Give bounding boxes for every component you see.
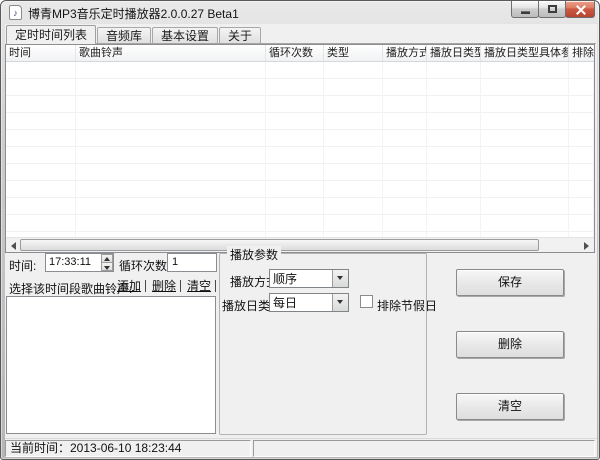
table-grid-column <box>427 62 481 237</box>
column-header-time[interactable]: 时间 <box>6 45 76 61</box>
timer-list-view: 时间 歌曲铃声 循环次数 类型 播放方式 播放日类型 播放日类型具体参数 排除节… <box>5 44 595 253</box>
column-header-song[interactable]: 歌曲铃声 <box>76 45 266 61</box>
playlist-actions: 添加 删除 清空 <box>115 278 220 293</box>
minimize-icon <box>521 11 530 14</box>
dropdown-arrow-icon <box>337 300 343 304</box>
timer-table-header: 时间 歌曲铃声 循环次数 类型 播放方式 播放日类型 播放日类型具体参数 排除节… <box>6 45 594 62</box>
exclude-holidays-label: 排除节假日 <box>377 299 438 313</box>
playback-params-group: 播放参数 播放方式: 顺序 播放日类型: 每日 排除节假日 <box>219 246 437 435</box>
status-current-time: 当前时间：2013-06-10 18:23:44 <box>5 440 251 457</box>
close-icon <box>576 5 586 15</box>
scroll-left-icon <box>11 242 16 250</box>
tab-strip: 定时时间列表 音频库 基本设置 关于 <box>6 25 596 44</box>
loop-count-label: 循环次数: <box>119 259 171 273</box>
link-separator <box>180 279 182 292</box>
column-header-exclude-holidays[interactable]: 排除节假日 <box>569 45 594 61</box>
link-separator <box>215 279 217 292</box>
table-grid-column <box>266 62 324 237</box>
play-mode-value: 顺序 <box>273 272 298 286</box>
column-header-play-mode[interactable]: 播放方式 <box>383 45 427 61</box>
maximize-button[interactable] <box>538 1 566 18</box>
dropdown-arrow-icon <box>337 276 343 280</box>
link-separator <box>145 279 147 292</box>
maximize-icon <box>548 5 557 13</box>
minimize-button[interactable] <box>511 1 539 18</box>
time-spinner-down-button[interactable] <box>101 262 113 271</box>
app-music-note-icon: ♪ <box>9 5 22 20</box>
table-grid-column <box>76 62 266 237</box>
column-header-play-day-type[interactable]: 播放日类型 <box>427 45 481 61</box>
play-mode-dropdown-button[interactable] <box>332 270 348 287</box>
timer-table-body[interactable] <box>6 62 594 237</box>
spin-up-icon <box>104 257 110 261</box>
table-grid-column <box>481 62 569 237</box>
clear-button[interactable]: 清空 <box>456 393 564 420</box>
save-button[interactable]: 保存 <box>456 269 564 296</box>
title-bar[interactable]: ♪ 博青MP3音乐定时播放器2.0.0.27 Beta1 <box>1 1 599 24</box>
time-spinner <box>101 254 113 271</box>
time-value: 17:33:11 <box>49 256 92 268</box>
play-day-type-select[interactable]: 每日 <box>269 293 349 312</box>
tab-about[interactable]: 关于 <box>219 27 262 43</box>
window-controls <box>511 1 595 18</box>
play-mode-select[interactable]: 顺序 <box>269 269 349 288</box>
exclude-holidays-checkbox[interactable] <box>360 295 373 308</box>
table-grid-column <box>324 62 383 237</box>
playlist-listbox[interactable] <box>6 296 216 434</box>
playlist-clear-link[interactable]: 清空 <box>185 277 213 294</box>
app-window: ♪ 博青MP3音乐定时播放器2.0.0.27 Beta1 定时时间列表 音频库 … <box>0 0 600 460</box>
window-title: 博青MP3音乐定时播放器2.0.0.27 Beta1 <box>28 7 239 21</box>
column-header-play-day-params[interactable]: 播放日类型具体参数 <box>481 45 569 61</box>
status-empty-panel <box>253 440 595 457</box>
close-button[interactable] <box>565 1 595 18</box>
tab-timer-list[interactable]: 定时时间列表 <box>6 25 97 44</box>
loop-count-input[interactable]: 1 <box>167 253 217 272</box>
spin-down-icon <box>104 266 110 270</box>
tab-basic-settings[interactable]: 基本设置 <box>152 27 219 43</box>
table-grid-column <box>6 62 76 237</box>
time-label: 时间: <box>9 259 37 273</box>
playback-params-title: 播放参数 <box>227 246 282 263</box>
tab-audio-library[interactable]: 音频库 <box>97 27 152 43</box>
horizontal-scrollbar[interactable] <box>6 237 594 252</box>
time-input[interactable]: 17:33:11 <box>45 253 114 272</box>
delete-button[interactable]: 删除 <box>456 331 564 358</box>
column-header-type[interactable]: 类型 <box>324 45 383 61</box>
play-day-type-value: 每日 <box>273 296 298 310</box>
scroll-right-icon <box>584 242 589 250</box>
table-grid-column <box>383 62 427 237</box>
song-select-label: 选择该时间段歌曲铃声: <box>9 282 133 296</box>
play-day-type-dropdown-button[interactable] <box>332 294 348 311</box>
playlist-remove-link[interactable]: 删除 <box>150 277 178 294</box>
column-header-loop-count[interactable]: 循环次数 <box>266 45 324 61</box>
scroll-right-button[interactable] <box>578 238 594 252</box>
status-bar: 当前时间：2013-06-10 18:23:44 <box>5 438 597 457</box>
playlist-add-link[interactable]: 添加 <box>115 277 143 294</box>
table-grid-column <box>569 62 594 237</box>
